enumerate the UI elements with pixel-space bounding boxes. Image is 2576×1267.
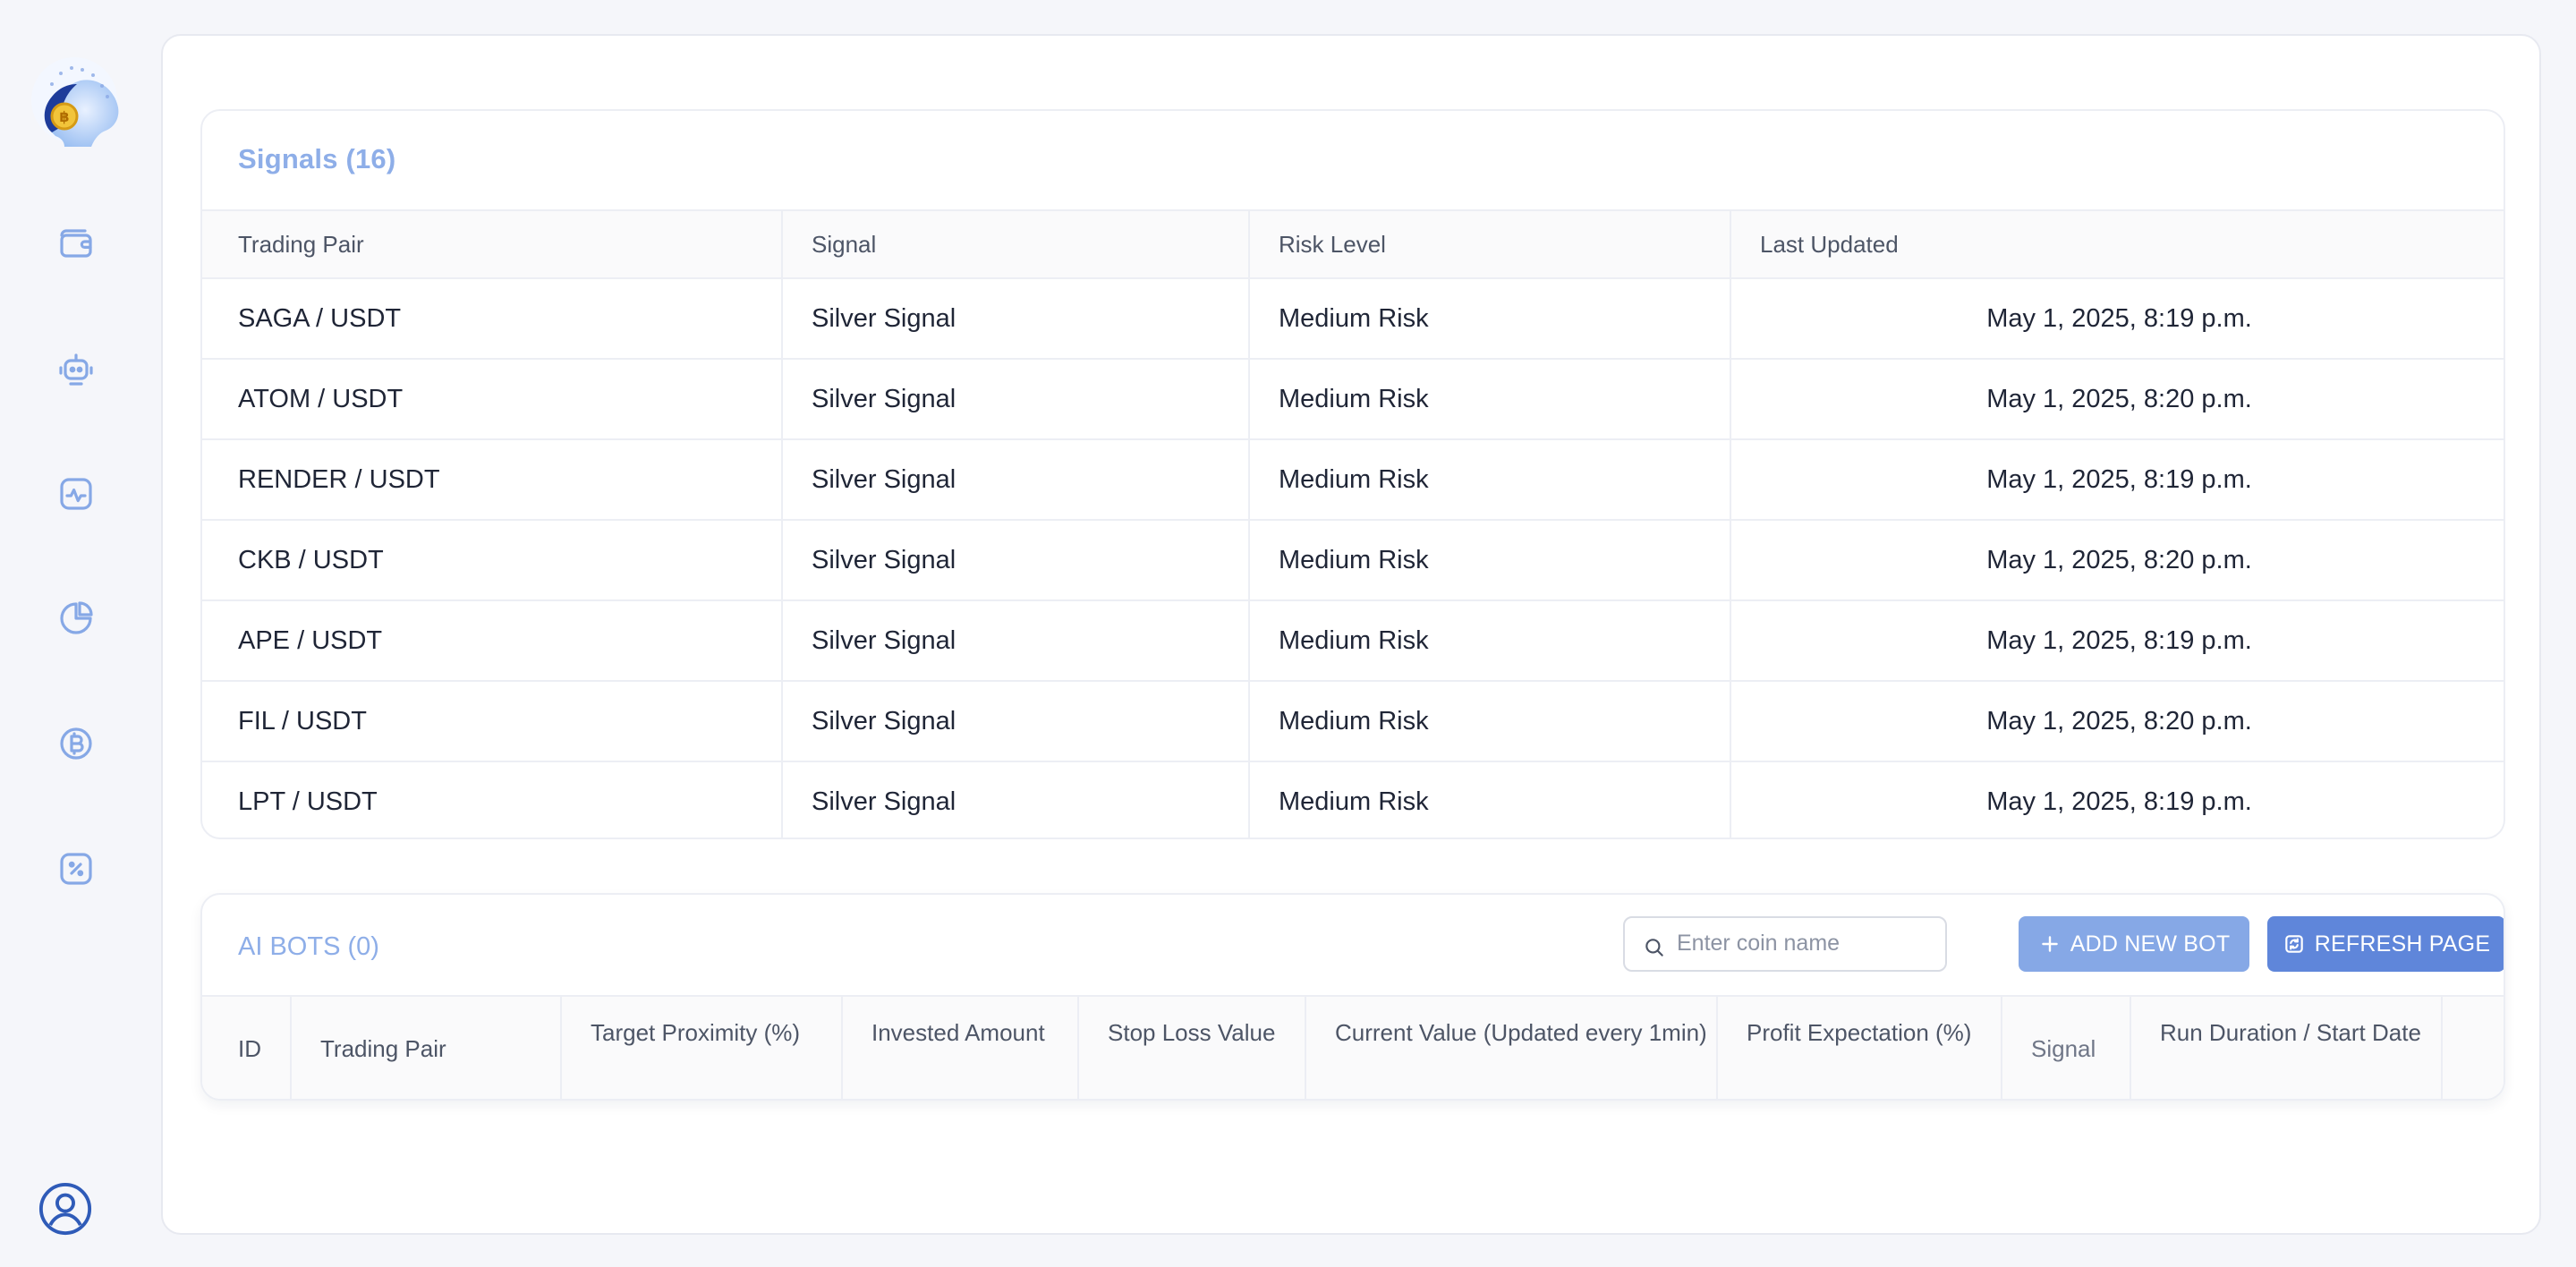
refresh-icon [2285,935,2303,953]
trading-pair-cell: FIL / USDT [202,681,782,762]
search-icon [1645,939,1663,957]
trading-pair-cell: ATOM / USDT [202,359,782,440]
last-updated-cell: May 1, 2025, 8:20 p.m. [1730,520,2504,601]
search-input[interactable] [1677,920,1936,966]
col-invested-amount[interactable]: Invested Amount [841,997,1077,1099]
risk-level-cell: Medium Risk [1248,520,1730,601]
col-target-proximity[interactable]: Target Proximity (%) [560,997,841,1099]
table-row[interactable]: ATOM / USDT Silver Signal Medium Risk Ma… [202,359,2504,440]
ai-head-bitcoin-logo-icon: ฿ [31,57,119,147]
bitcoin-icon [60,727,92,760]
col-signal[interactable]: Signal [781,209,1249,279]
user-circle-icon [38,1182,92,1236]
signals-header-row: Trading Pair Signal Risk Level Last Upda… [202,209,2504,279]
table-row[interactable]: SAGA / USDT Silver Signal Medium Risk Ma… [202,278,2504,360]
signal-cell: Silver Signal [781,278,1249,360]
trading-pair-cell: LPT / USDT [238,787,378,816]
plus-icon [2041,936,2058,952]
signal-cell: Silver Signal [781,761,1249,838]
table-row[interactable]: APE / USDT Silver Signal Medium Risk May… [202,600,2504,682]
pie-chart-icon [60,601,93,634]
sidebar-item-bots[interactable] [45,338,107,401]
svg-text:฿: ฿ [59,108,69,125]
ai-bots-title: AI BOTS (0) [238,932,379,961]
signals-card: Signals (16) Trading Pair Signal Risk Le… [200,109,2505,839]
signal-cell: Silver Signal [781,520,1249,601]
app-logo[interactable]: ฿ [25,54,132,161]
activity-chart-icon [60,478,92,510]
col-signal[interactable]: Signal [2001,997,2130,1099]
sidebar-item-wallet[interactable] [45,212,107,275]
signals-table: Trading Pair Signal Risk Level Last Upda… [202,209,2504,838]
risk-level-cell: Medium Risk [1248,439,1730,521]
col-run-duration[interactable]: Run Duration / Start Date [2130,997,2441,1099]
profile-button[interactable] [36,1179,95,1238]
sidebar-item-crypto[interactable] [45,712,107,775]
refresh-page-label: REFRESH PAGE [2314,931,2491,957]
table-row[interactable]: CKB / USDT Silver Signal Medium Risk May… [202,520,2504,601]
risk-level-cell: Medium Risk [1248,600,1730,682]
trading-pair-cell: RENDER / USDT [202,439,782,521]
table-row[interactable]: RENDER / USDT Silver Signal Medium Risk … [202,439,2504,521]
refresh-page-button[interactable]: REFRESH PAGE [2267,916,2504,972]
risk-level-cell: Medium Risk [1248,278,1730,360]
percent-badge-icon [60,853,92,885]
col-stop-loss-value[interactable]: Stop Loss Value [1077,997,1305,1099]
sidebar-item-analytics[interactable] [45,587,107,650]
add-new-bot-button[interactable]: ADD NEW BOT [2019,916,2249,972]
signal-cell: Silver Signal [781,600,1249,682]
add-new-bot-label: ADD NEW BOT [2070,931,2231,957]
wallet-icon [60,229,92,258]
last-updated-cell: May 1, 2025, 8:19 p.m. [1730,761,2504,838]
col-trading-pair[interactable]: Trading Pair [290,997,560,1099]
last-updated-cell: May 1, 2025, 8:19 p.m. [1730,600,2504,682]
ai-bots-card: AI BOTS (0) ADD NEW BOT REFRESH PAGE ID [200,893,2505,1101]
table-row[interactable]: LPT / USDT Silver Signal Medium Risk May… [202,761,2504,838]
col-last-updated[interactable]: Last Updated [1730,209,2504,279]
bots-table-header: ID Trading Pair Target Proximity (%) Inv… [202,995,2504,1099]
sidebar-item-activity[interactable] [45,463,107,525]
signal-cell: Silver Signal [781,439,1249,521]
trading-pair-cell: SAGA / USDT [202,278,782,360]
sidebar-item-discount[interactable] [45,838,107,900]
table-row[interactable]: FIL / USDT Silver Signal Medium Risk May… [202,681,2504,762]
signal-cell: Silver Signal [781,681,1249,762]
signal-cell: Silver Signal [781,359,1249,440]
search-box [1623,916,1947,972]
col-actions [2441,997,2504,1099]
last-updated-cell: May 1, 2025, 8:20 p.m. [1730,681,2504,762]
trading-pair-cell: CKB / USDT [202,520,782,601]
sidebar: ฿ [0,0,152,1267]
col-risk-level[interactable]: Risk Level [1248,209,1730,279]
col-id[interactable]: ID [202,997,290,1099]
col-current-value[interactable]: Current Value (Updated every 1min) [1305,997,1716,1099]
risk-level-cell: Medium Risk [1248,761,1730,838]
col-trading-pair[interactable]: Trading Pair [202,209,782,279]
last-updated-cell: May 1, 2025, 8:20 p.m. [1730,359,2504,440]
col-profit-expectation[interactable]: Profit Expectation (%) [1716,997,2001,1099]
last-updated-cell: May 1, 2025, 8:19 p.m. [1730,278,2504,360]
signals-title: Signals (16) [238,143,396,174]
risk-level-cell: Medium Risk [1248,681,1730,762]
last-updated-cell: May 1, 2025, 8:19 p.m. [1730,439,2504,521]
robot-icon [59,353,93,386]
main-panel: Signals (16) Trading Pair Signal Risk Le… [161,34,2541,1235]
risk-level-cell: Medium Risk [1248,359,1730,440]
trading-pair-cell: APE / USDT [202,600,782,682]
